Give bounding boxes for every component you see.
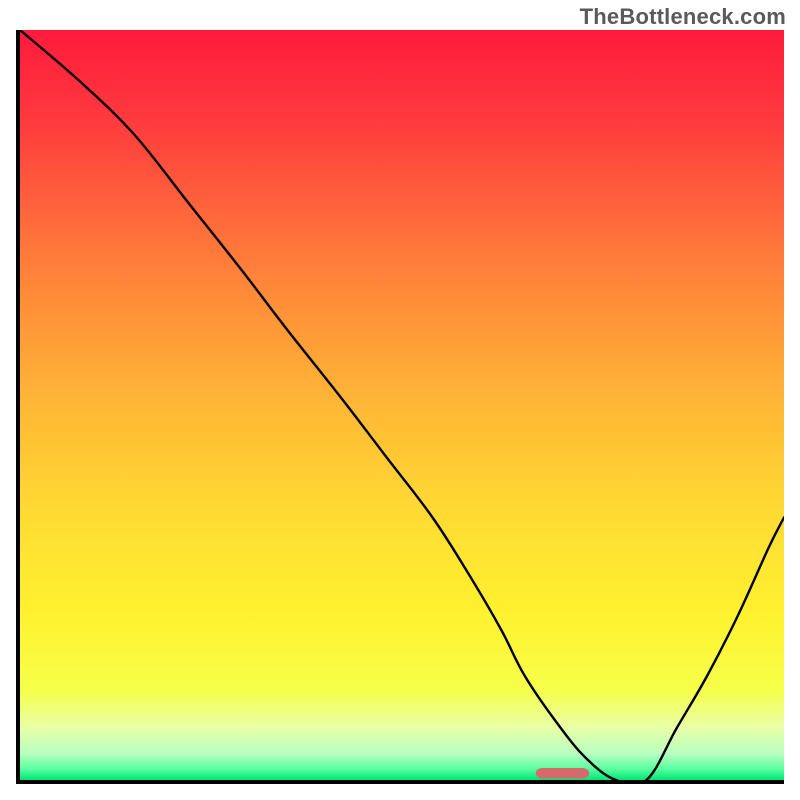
- chart-svg: [20, 30, 784, 780]
- chart-container: TheBottleneck.com: [0, 0, 800, 800]
- optimal-marker: [536, 768, 589, 779]
- plot-frame: [16, 30, 784, 784]
- gradient-background: [20, 30, 784, 780]
- plot-area: [20, 30, 784, 780]
- watermark-text: TheBottleneck.com: [580, 4, 786, 30]
